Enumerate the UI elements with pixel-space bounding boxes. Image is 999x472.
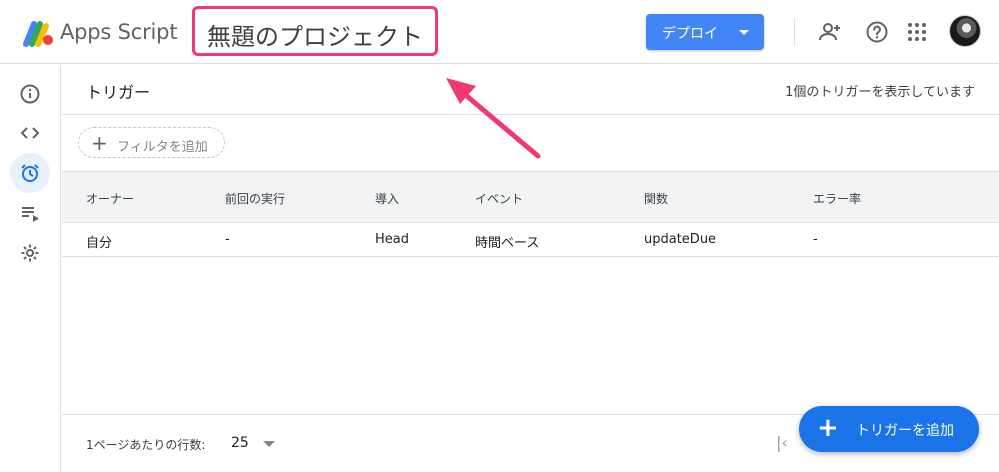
column-header-last-run[interactable]: 前回の実行 [225,190,285,207]
cell-error-rate: - [813,232,818,247]
page-title: トリガー [86,83,151,102]
project-title-highlight: 無題のプロジェクト [192,6,438,56]
apps-script-logo-icon [23,21,53,47]
chevron-down-icon [739,30,749,35]
apps-grid-icon[interactable] [905,20,929,44]
cell-deployment: Head [375,232,409,247]
trigger-count: 1個のトリガーを表示しています [785,85,975,100]
add-filter-button[interactable]: + フィルタを追加 [78,127,225,158]
nav-triggers[interactable] [10,153,50,193]
help-icon[interactable] [865,20,889,44]
add-filter-label: フィルタを追加 [117,140,208,155]
rows-per-page-select[interactable]: 25 [231,435,249,451]
annotation-arrow-icon [446,78,541,159]
column-header-deployment[interactable]: 導入 [375,190,399,207]
nav-editor[interactable] [10,113,50,153]
avatar[interactable] [949,15,981,47]
column-header-function[interactable]: 関数 [644,190,668,207]
executions-list-icon [22,207,39,222]
add-trigger-label: トリガーを追加 [856,423,954,439]
cell-last-run: - [225,232,230,247]
left-nav-rail [0,65,61,472]
add-trigger-button[interactable]: + トリガーを追加 [799,406,979,452]
first-page-icon[interactable]: |‹ [776,433,788,452]
nav-overview[interactable] [10,74,50,114]
code-icon [20,127,40,139]
deploy-button[interactable]: デプロイ [646,14,764,50]
plus-icon: + [817,413,839,443]
project-title[interactable]: 無題のプロジェクト [207,17,423,52]
rows-per-page-label: 1ページあたりの行数: [86,438,206,452]
add-person-icon[interactable] [818,20,842,44]
info-icon [20,84,40,104]
column-header-error-rate[interactable]: エラー率 [813,190,861,207]
column-header-owner[interactable]: オーナー [86,190,134,207]
deploy-label: デプロイ [662,26,718,42]
column-header-event[interactable]: イベント [475,190,523,207]
plus-icon: + [91,131,108,155]
alarm-clock-icon [21,164,39,182]
gear-icon [21,244,39,262]
nav-executions[interactable] [10,193,50,233]
cell-event: 時間ベース [475,236,540,251]
nav-settings[interactable] [10,233,50,273]
top-bar: Apps Script 無題のプロジェクト デプロイ [0,0,999,64]
header-divider [794,18,795,46]
cell-owner: 自分 [86,236,113,251]
cell-function: updateDue [644,232,717,247]
dropdown-caret-icon[interactable] [263,441,275,447]
table-header: オーナー 前回の実行 導入 イベント 関数 エラー率 [62,171,999,223]
app-name: Apps Script [60,20,178,44]
table-row[interactable]: 自分 - Head 時間ベース updateDue - [62,223,999,257]
